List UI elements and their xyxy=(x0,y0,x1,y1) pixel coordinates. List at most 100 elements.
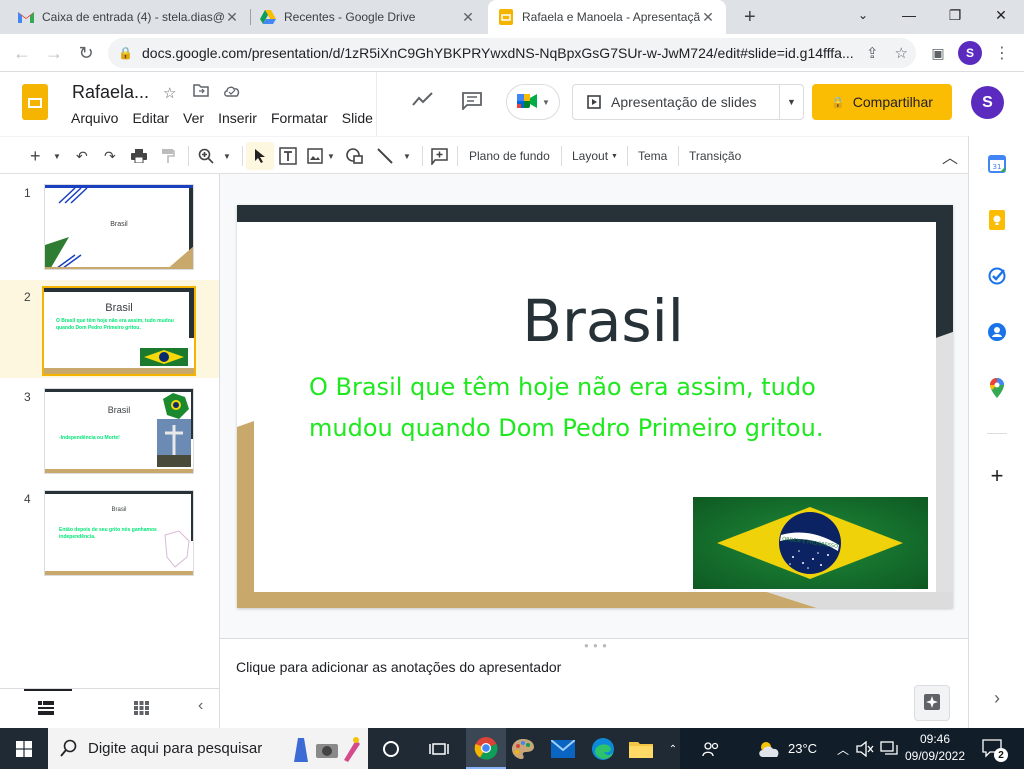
maps-icon[interactable] xyxy=(987,378,1007,398)
collapse-filmstrip-chevron-icon[interactable]: ‹ xyxy=(198,697,203,715)
resize-handle[interactable]: ● ● ● xyxy=(584,641,608,650)
transition-button[interactable]: Transição xyxy=(689,146,741,166)
cloud-saved-icon[interactable] xyxy=(223,84,241,101)
url-field[interactable]: 🔒 docs.google.com/presentation/d/1zR5iXn… xyxy=(108,38,916,68)
background-button[interactable]: Plano de fundo xyxy=(469,146,550,166)
slide-body-text[interactable]: O Brasil que têm hoje não era assim, tud… xyxy=(309,367,869,449)
shape-icon[interactable] xyxy=(346,146,364,166)
reload-icon[interactable]: ↻ xyxy=(72,39,100,67)
image-icon[interactable] xyxy=(307,146,323,166)
zoom-chevron-icon[interactable]: ▼ xyxy=(223,146,231,166)
bookmark-star-icon[interactable]: ☆ xyxy=(895,44,908,62)
side-panel-icon[interactable]: ▣ xyxy=(924,39,952,67)
explore-button[interactable] xyxy=(914,685,950,721)
menu-formatar[interactable]: Formatar xyxy=(271,110,328,126)
filmstrip-view-icon[interactable] xyxy=(38,701,54,718)
edge-icon[interactable] xyxy=(590,736,616,762)
people-icon[interactable] xyxy=(698,736,724,762)
profile-avatar[interactable]: S xyxy=(958,41,982,65)
clock-date[interactable]: 09/09/2022 xyxy=(904,749,966,763)
forward-icon[interactable]: → xyxy=(40,39,68,67)
line-icon[interactable] xyxy=(377,146,393,166)
slides-logo-icon[interactable] xyxy=(22,84,48,120)
clock-time[interactable]: 09:46 xyxy=(910,732,960,746)
filmstrip-slide-2[interactable]: 2 Brasil O Brasil que têm hoje não era a… xyxy=(0,280,219,378)
new-slide-chevron-icon[interactable]: ▼ xyxy=(53,146,61,166)
close-tab-icon[interactable]: ✕ xyxy=(224,9,240,26)
slide-thumbnail[interactable]: Brasil O Brasil que têm hoje não era ass… xyxy=(42,286,196,376)
filmstrip-slide-1[interactable]: 1 Brasil xyxy=(0,176,219,272)
weather-cloud-icon[interactable] xyxy=(756,736,782,762)
document-title[interactable]: Rafaela... xyxy=(72,82,149,103)
brazil-flag-image[interactable]: ORDEM E PROGRESSO xyxy=(693,497,928,589)
collapse-menus-chevron-icon[interactable]: ︿ xyxy=(942,146,958,167)
paint-palette-icon[interactable] xyxy=(510,736,536,762)
layout-button[interactable]: Layout ▼ xyxy=(572,146,618,166)
select-cursor-icon[interactable] xyxy=(246,142,274,170)
slide-thumbnail[interactable]: Brasil -Independência ou Morte! xyxy=(44,388,194,474)
meet-button[interactable]: ▼ xyxy=(506,84,560,120)
present-button[interactable]: Apresentação de slides ▼ xyxy=(572,84,804,120)
current-slide[interactable]: Brasil O Brasil que têm hoje não era ass… xyxy=(237,205,953,608)
more-menu-icon[interactable]: ⋮ xyxy=(988,39,1016,67)
network-icon[interactable] xyxy=(876,736,902,762)
paint-format-icon[interactable] xyxy=(161,146,175,166)
task-view-cortana-icon[interactable] xyxy=(378,736,404,762)
close-window-icon[interactable]: ✕ xyxy=(978,0,1024,30)
menu-slide[interactable]: Slide xyxy=(342,110,373,126)
task-view-icon[interactable] xyxy=(426,736,452,762)
undo-icon[interactable]: ↶ xyxy=(76,146,88,166)
share-page-icon[interactable]: ⇪ xyxy=(866,44,879,62)
minimize-icon[interactable]: — xyxy=(886,0,932,30)
print-icon[interactable] xyxy=(131,146,147,166)
add-comment-icon[interactable] xyxy=(431,146,448,166)
tasks-icon[interactable] xyxy=(987,266,1007,286)
tab-slides[interactable]: Rafaela e Manoela - Apresentaçã ✕ xyxy=(488,0,726,34)
present-options-chevron-icon[interactable]: ▼ xyxy=(779,85,803,119)
tab-gmail[interactable]: Caixa de entrada (4) - stela.dias@ ✕ xyxy=(8,0,250,34)
file-explorer-icon[interactable] xyxy=(628,736,654,762)
share-button[interactable]: 🔒 Compartilhar xyxy=(812,84,952,120)
restore-icon[interactable]: ❐ xyxy=(932,0,978,30)
volume-muted-icon[interactable] xyxy=(852,736,878,762)
contacts-icon[interactable] xyxy=(987,322,1007,342)
line-chevron-icon[interactable]: ▼ xyxy=(403,146,411,166)
calendar-icon[interactable]: 31 xyxy=(987,154,1007,174)
mail-icon[interactable] xyxy=(550,736,576,762)
filmstrip-slide-3[interactable]: 3 Brasil -Independência ou Morte! xyxy=(0,380,219,476)
slide-thumbnail[interactable]: Brasil Então depois de seu grito nós gan… xyxy=(44,490,194,576)
taskbar-chrome-active[interactable] xyxy=(466,728,506,769)
menu-arquivo[interactable]: Arquivo xyxy=(71,110,118,126)
slide-thumbnail[interactable]: Brasil xyxy=(44,184,194,270)
tab-search-icon[interactable]: ⌄ xyxy=(840,0,886,30)
keep-icon[interactable] xyxy=(987,210,1007,230)
back-icon[interactable]: ← xyxy=(8,39,36,67)
zoom-icon[interactable] xyxy=(198,146,214,166)
menu-editar[interactable]: Editar xyxy=(132,110,169,126)
slide-title[interactable]: Brasil xyxy=(237,287,953,355)
menu-ver[interactable]: Ver xyxy=(183,110,204,126)
star-icon[interactable]: ☆ xyxy=(163,84,176,102)
speaker-notes-field[interactable]: Clique para adicionar as anotações do ap… xyxy=(236,659,561,675)
new-slide-icon[interactable]: + xyxy=(30,146,41,166)
text-box-icon[interactable] xyxy=(279,146,297,166)
add-addon-icon[interactable]: + xyxy=(987,463,1007,488)
account-avatar[interactable]: S xyxy=(971,86,1004,119)
new-tab-button[interactable]: + xyxy=(734,0,764,34)
menu-inserir[interactable]: Inserir xyxy=(218,110,257,126)
theme-button[interactable]: Tema xyxy=(638,146,667,166)
windows-start-icon[interactable] xyxy=(0,728,48,769)
close-tab-icon[interactable]: ✕ xyxy=(700,9,716,26)
activity-trend-icon[interactable] xyxy=(412,92,434,110)
weather-temperature[interactable]: 23°C xyxy=(788,741,817,756)
taskbar-search-field[interactable]: Digite aqui para pesquisar xyxy=(48,728,368,769)
tab-drive[interactable]: Recentes - Google Drive ✕ xyxy=(250,0,486,34)
filmstrip-slide-4[interactable]: 4 Brasil Então depois de seu grito nós g… xyxy=(0,482,219,578)
image-chevron-icon[interactable]: ▼ xyxy=(327,146,335,166)
comments-icon[interactable] xyxy=(462,92,482,114)
expand-panel-chevron-icon[interactable]: › xyxy=(987,688,1007,708)
close-tab-icon[interactable]: ✕ xyxy=(460,9,476,26)
grid-view-icon[interactable] xyxy=(134,701,149,718)
move-folder-icon[interactable] xyxy=(193,84,209,101)
redo-icon[interactable]: ↷ xyxy=(104,146,116,166)
